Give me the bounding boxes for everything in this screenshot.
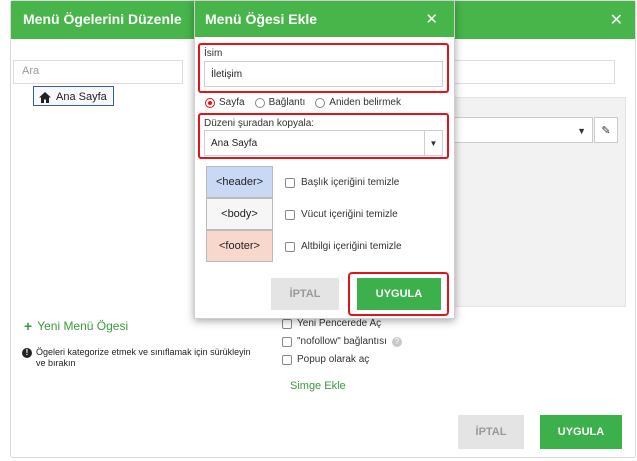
close-icon[interactable]: ✕ [425, 10, 438, 28]
dialog-header: Menü Öğesi Ekle ✕ [195, 1, 454, 37]
name-input[interactable]: İletişim [204, 61, 443, 87]
radio-instant[interactable]: Aniden belirmek [315, 97, 401, 108]
radio-link-label: Bağlantı [268, 97, 306, 108]
clear-body-checkbox[interactable] [285, 209, 295, 220]
drag-drop-hint-text: Ögeleri kategorize etmek ve sınıflamak i… [36, 347, 251, 368]
chevron-down-icon: ▼ [424, 131, 442, 155]
radio-page[interactable]: Sayfa [205, 97, 245, 108]
clear-body-option[interactable]: Vücut içeriğini temizle [285, 209, 398, 220]
new-window-label: Yeni Pencerede Aç [297, 318, 382, 329]
add-menu-item-dialog: Menü Öğesi Ekle ✕ İsim İletişim Sayfa Ba… [194, 0, 455, 319]
radio-link[interactable]: Bağlantı [254, 97, 306, 108]
add-icon-link[interactable]: Simge Ekle [290, 380, 346, 392]
footer-section-block: <footer> [206, 230, 273, 262]
radio-instant-label: Aniden belirmek [329, 97, 401, 108]
menu-tree-item-label: Ana Sayfa [56, 91, 107, 103]
link-type-radio-group: Sayfa Bağlantı Aniden belirmek [205, 97, 406, 108]
chevron-down-icon: ▼ [577, 126, 586, 136]
help-icon[interactable]: ? [391, 336, 402, 347]
drag-drop-hint: ! Ögeleri kategorize etmek ve sınıflamak… [22, 347, 262, 369]
new-window-option[interactable]: Yeni Pencerede Aç [282, 318, 381, 329]
nofollow-label: "nofollow" bağlantısı [297, 336, 387, 347]
clear-header-option[interactable]: Başlık içeriğini temizle [285, 177, 399, 188]
menu-tree-item-home[interactable]: Ana Sayfa [33, 86, 114, 106]
clear-header-checkbox[interactable] [285, 177, 295, 188]
edit-layout-button[interactable]: ✎ [594, 117, 618, 143]
window-title: Menü Ögelerini Düzenle [23, 11, 182, 27]
radio-page-button[interactable] [205, 97, 215, 108]
popup-checkbox[interactable] [282, 354, 292, 365]
dialog-cancel-button[interactable]: İPTAL [271, 278, 339, 310]
info-icon: ! [22, 348, 32, 358]
dialog-title: Menü Öğesi Ekle [205, 11, 318, 27]
body-section-block: <body> [206, 198, 273, 230]
copy-layout-value: Ana Sayfa [211, 138, 258, 149]
plus-icon: + [24, 318, 33, 334]
clear-footer-option[interactable]: Altbilgi içeriğini temizle [285, 241, 402, 252]
popup-option[interactable]: Popup olarak aç [282, 354, 369, 365]
name-label: İsim [204, 48, 223, 59]
copy-layout-label: Düzeni şuradan kopyala: [204, 118, 315, 129]
nofollow-checkbox[interactable] [282, 336, 292, 347]
clear-footer-label: Altbilgi içeriğini temizle [301, 241, 402, 252]
radio-instant-button[interactable] [315, 97, 326, 108]
home-icon [39, 91, 51, 103]
pencil-icon: ✎ [601, 124, 611, 137]
search-input[interactable]: Ara [13, 60, 183, 84]
popup-label: Popup olarak aç [297, 354, 370, 365]
new-menu-item-link[interactable]: + Yeni Menü Ögesi [24, 318, 128, 334]
cancel-button[interactable]: İPTAL [458, 415, 524, 449]
dialog-apply-button[interactable]: UYGULA [357, 278, 441, 310]
new-menu-item-label: Yeni Menü Ögesi [37, 319, 129, 333]
apply-button[interactable]: UYGULA [540, 415, 622, 449]
close-icon[interactable]: ✕ [610, 10, 623, 30]
copy-layout-select[interactable]: Ana Sayfa ▼ [204, 130, 443, 156]
nofollow-option[interactable]: "nofollow" bağlantısı ? [282, 336, 402, 347]
new-window-checkbox[interactable] [282, 318, 292, 329]
clear-body-label: Vücut içeriğini temizle [301, 209, 398, 220]
title-input[interactable] [447, 60, 615, 84]
radio-page-label: Sayfa [219, 97, 245, 108]
layout-select[interactable]: ▼ [445, 117, 593, 143]
clear-footer-checkbox[interactable] [285, 241, 295, 252]
clear-header-label: Başlık içeriğini temizle [301, 177, 400, 188]
header-section-block: <header> [206, 166, 273, 198]
radio-link-button[interactable] [254, 97, 265, 108]
